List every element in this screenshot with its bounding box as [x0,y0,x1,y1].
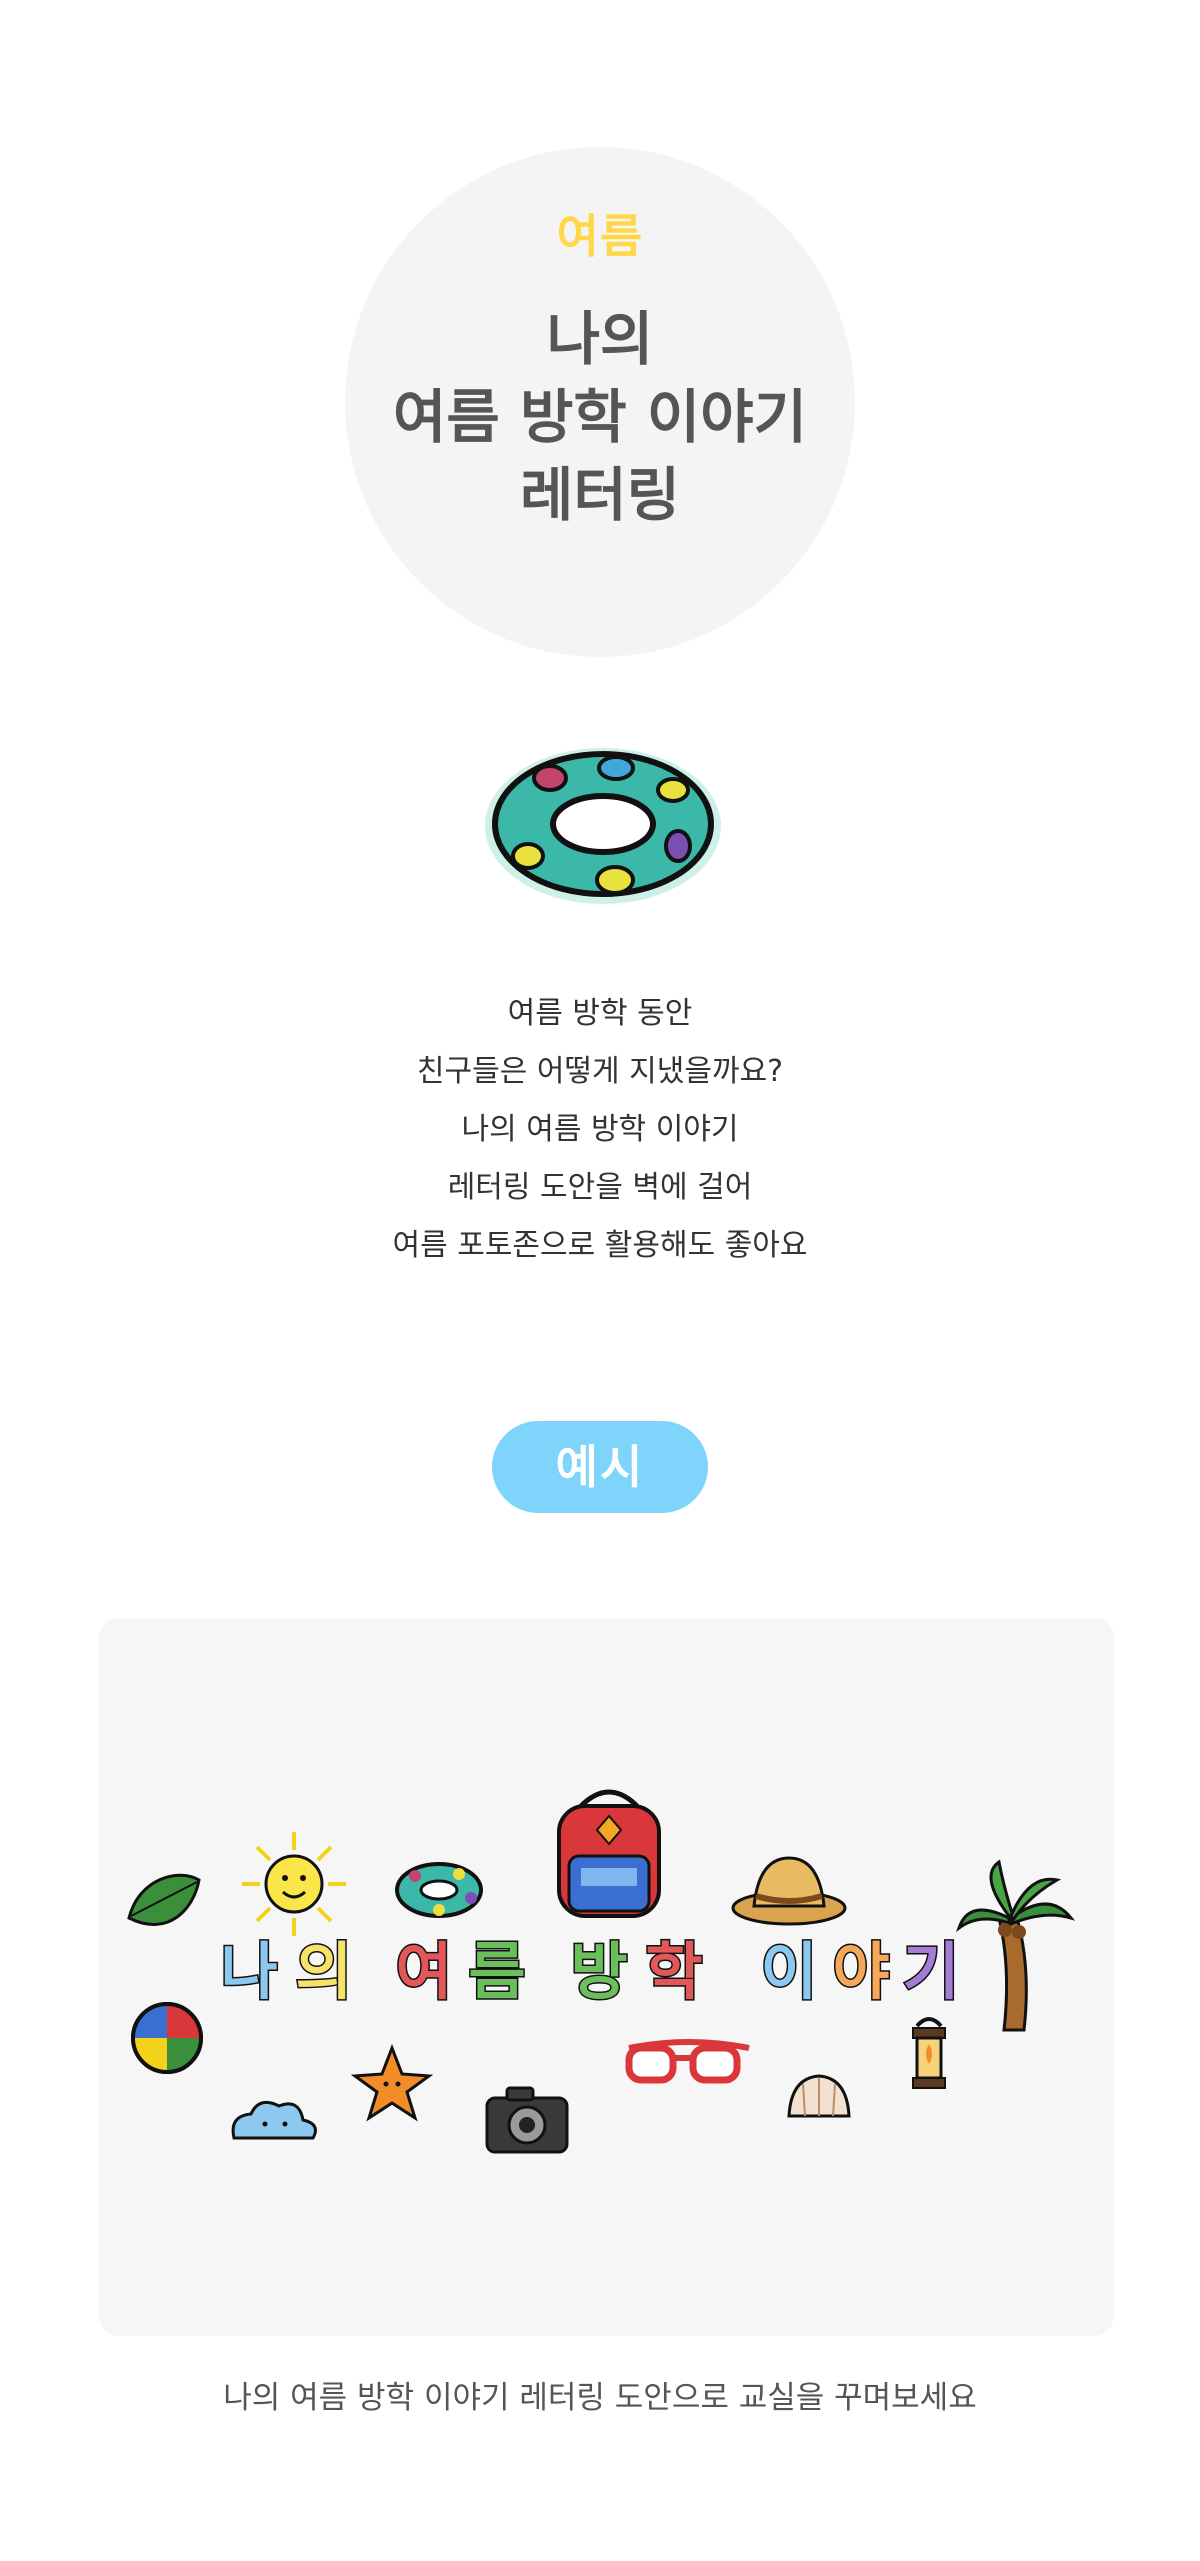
example-preview-card: 나 의 여 름 방 학 이 야 기 [99,1618,1114,2336]
example-badge: 예시 [492,1421,708,1513]
lettering-char: 방 [570,1935,627,2008]
cloud-icon [231,2100,317,2140]
starfish-icon [350,2043,434,2122]
backpack-icon [557,1789,661,1918]
beach-ball-icon [131,2002,203,2074]
intro-line: 나의 여름 방학 이야기 [461,1112,739,1147]
seashell-icon [787,2074,851,2118]
straw-hat-icon [731,1856,847,1926]
lettering-char: 기 [902,1935,959,2008]
intro-line: 레터링 도안을 벽에 걸어 [447,1170,753,1205]
lettering-char: 여 [395,1935,452,2008]
page-title: 나의 여름 방학 이야기 레터링 [0,300,1200,534]
preview-caption: 나의 여름 방학 이야기 레터링 도안으로 교실을 꾸며보세요 [223,2380,977,2416]
palm-tree-icon [956,1859,1076,2032]
lettering-char: 름 [468,1935,525,2008]
lettering-char: 나 [220,1935,277,2008]
sun-icon [242,1832,346,1936]
swim-ring-icon [485,748,721,904]
swim-ring-icon [395,1862,483,1918]
lettering-preview: 나 의 여 름 방 학 이 야 기 [127,1789,1076,2154]
lettering-char: 야 [832,1935,889,2008]
intro-line: 친구들은 어떻게 지냈을까요? [416,1054,784,1089]
page-title-line: 레터링 [519,461,681,529]
page-title-line: 나의 [546,305,654,373]
hero-kicker: 여름 [556,209,644,263]
intro-text: 여름 방학 동안 친구들은 어떻게 지냈을까요? 나의 여름 방학 이야기 레터… [0,985,1200,1275]
camera-icon [485,2086,569,2154]
intro-line: 여름 포토존으로 활용해도 좋아요 [392,1228,808,1263]
lettering-char: 이 [760,1935,817,2008]
lettering-char: 의 [295,1935,352,2008]
lantern-icon [912,2017,946,2089]
lettering-char: 학 [645,1935,702,2008]
intro-line: 여름 방학 동안 [507,996,693,1031]
leaf-icon [127,1873,201,1926]
sunglasses-icon [625,2039,750,2084]
page-title-line: 여름 방학 이야기 [393,383,807,451]
